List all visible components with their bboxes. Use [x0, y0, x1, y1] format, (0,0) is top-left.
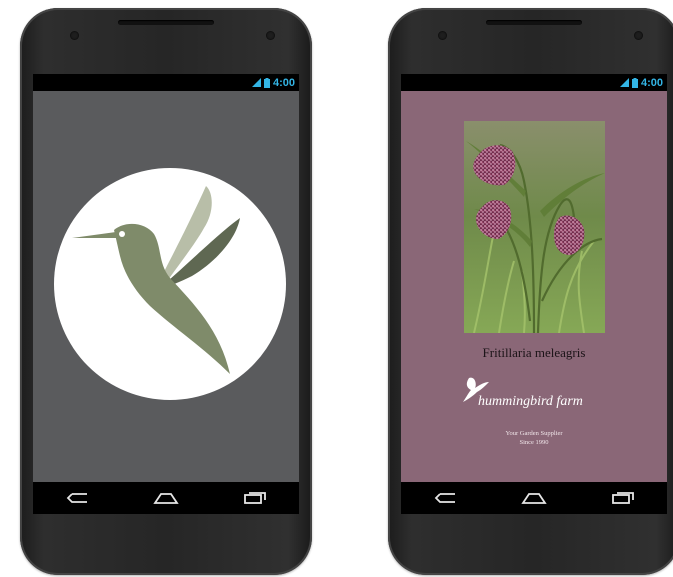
recent-apps-icon: [611, 492, 634, 504]
brand-name: hummingbird farm: [478, 394, 583, 409]
recent-apps-button[interactable]: [240, 488, 270, 508]
sensor: [70, 31, 79, 40]
front-camera: [266, 31, 275, 40]
earpiece-speaker: [118, 20, 214, 25]
navigation-bar: [401, 482, 667, 514]
battery-icon: [263, 77, 270, 88]
recent-apps-button[interactable]: [608, 488, 638, 508]
brand-tagline: Your Garden Supplier Since 1990: [401, 429, 667, 447]
tagline-text: Your Garden Supplier: [505, 430, 563, 437]
earpiece-speaker: [486, 20, 582, 25]
front-camera: [634, 31, 643, 40]
status-bar: 4:00: [401, 74, 667, 91]
signal-icon: [251, 78, 261, 87]
plant-photo: [464, 121, 605, 333]
plant-name: Fritillaria meleagris: [482, 345, 586, 360]
navigation-bar: [33, 482, 299, 514]
back-button[interactable]: [62, 488, 92, 508]
home-icon: [521, 493, 547, 504]
status-bar: 4:00: [33, 74, 299, 91]
plant-detail-screen: Fritillaria meleagris hummingbird farm Y…: [401, 91, 667, 482]
clock: 4:00: [272, 76, 295, 89]
fritillaria-photo: [464, 121, 605, 333]
back-icon: [435, 493, 456, 503]
hummingbird-icon: [72, 186, 240, 374]
screen-right: 4:00 Fritillaria meleagris hummingbird f…: [401, 74, 667, 514]
phone-right: 4:00 Fritillaria meleagris hummingbird f…: [388, 8, 673, 575]
screen-left: 4:00: [33, 74, 299, 514]
brand-logo: hummingbird farm: [461, 374, 621, 414]
home-button[interactable]: [519, 488, 549, 508]
sensor: [438, 31, 447, 40]
back-icon: [67, 493, 88, 503]
home-icon: [153, 493, 179, 504]
back-button[interactable]: [430, 488, 460, 508]
splash-screen: [33, 91, 299, 482]
since-text: Since 1990: [519, 439, 549, 446]
signal-icon: [619, 78, 629, 87]
clock: 4:00: [640, 76, 663, 89]
home-button[interactable]: [151, 488, 181, 508]
phone-left: 4:00: [20, 8, 312, 575]
battery-icon: [631, 77, 638, 88]
logo-circle: [54, 168, 286, 400]
recent-apps-icon: [243, 492, 266, 504]
